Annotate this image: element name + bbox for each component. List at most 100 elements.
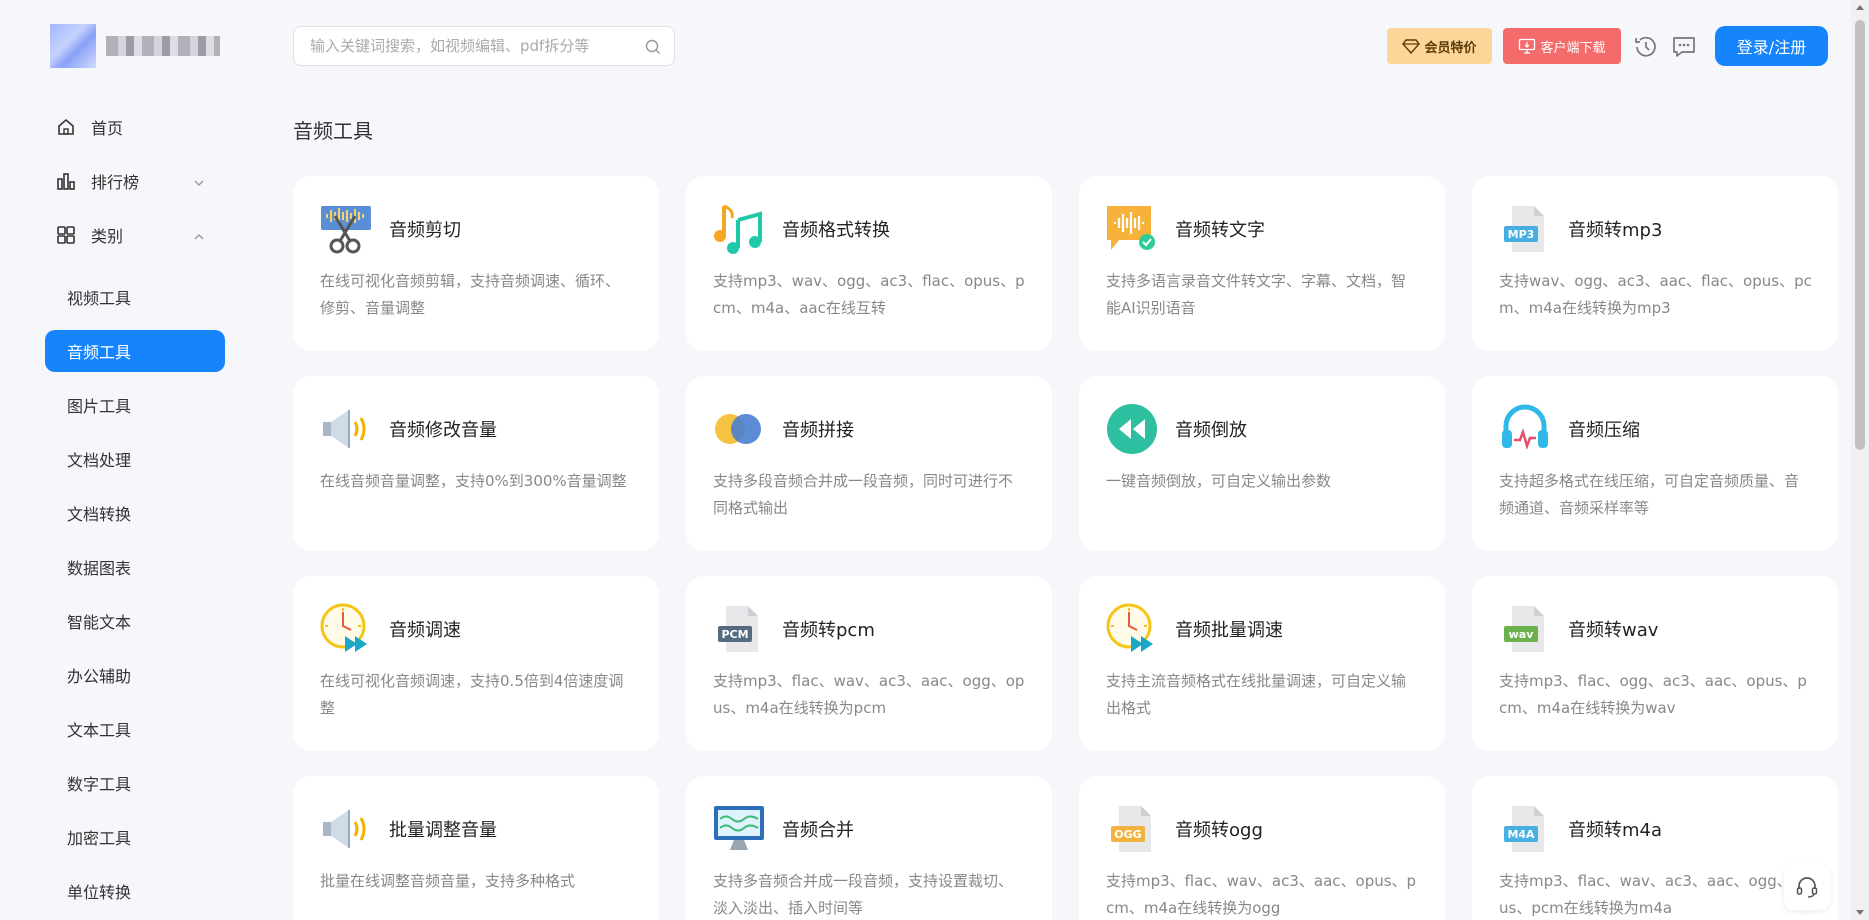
search-box[interactable] bbox=[293, 26, 675, 66]
scrollbar-thumb[interactable] bbox=[1855, 20, 1865, 450]
sidebar-category-item[interactable]: 数字工具 bbox=[45, 756, 225, 810]
grid-icon bbox=[55, 224, 77, 246]
wav-file-icon: wav bbox=[1498, 602, 1552, 656]
scroll-down-arrow[interactable] bbox=[1856, 910, 1864, 915]
tool-card[interactable]: MP3 音频转mp3 支持wav、ogg、ac3、aac、flac、opus、pcm… bbox=[1472, 176, 1838, 351]
tool-card[interactable]: 音频格式转换支持mp3、wav、ogg、ac3、flac、opus、pcm、m4… bbox=[686, 176, 1052, 351]
sidebar-category-item[interactable]: 视频工具 bbox=[45, 270, 225, 324]
sidebar-category-item[interactable]: 办公辅助 bbox=[45, 648, 225, 702]
tool-card-title: 音频转文字 bbox=[1175, 220, 1265, 241]
sidebar-category-item[interactable]: 加密工具 bbox=[45, 810, 225, 864]
tool-card-description: 在线可视化音频剪辑，支持音频调速、循环、修剪、音量调整 bbox=[320, 272, 621, 317]
nav-ranking[interactable]: 排行榜 bbox=[45, 154, 225, 208]
tool-card-description: 支持mp3、flac、wav、ac3、aac、ogg、opus、m4a在线转换为… bbox=[713, 672, 1025, 717]
sidebar-category-item[interactable]: 智能文本 bbox=[45, 594, 225, 648]
svg-text:OGG: OGG bbox=[1114, 828, 1141, 841]
vip-offer-button[interactable]: 会员特价 bbox=[1387, 28, 1492, 64]
tool-card-description: 支持多音频合并成一段音频，支持设置裁切、淡入淡出、插入时间等 bbox=[713, 872, 1014, 917]
scissors-audio-icon bbox=[319, 202, 373, 256]
tool-card-title: 音频转mp3 bbox=[1568, 220, 1663, 241]
tool-card-description: 支持mp3、wav、ogg、ac3、flac、opus、pcm、m4a、aac在… bbox=[713, 272, 1025, 317]
tool-card-description: 支持mp3、flac、ogg、ac3、aac、opus、pcm、m4a在线转换为… bbox=[1499, 672, 1807, 717]
tool-card[interactable]: 音频拼接 支持多段音频合并成一段音频，同时可进行不同格式输出 bbox=[686, 376, 1052, 551]
ogg-file-icon: OGG bbox=[1105, 802, 1159, 856]
svg-text:wav: wav bbox=[1509, 628, 1535, 641]
tool-card-description: 支持mp3、flac、wav、ac3、aac、ogg、opus、pcm在线转换为… bbox=[1499, 872, 1811, 917]
sidebar-category-item[interactable]: 数据图表 bbox=[45, 540, 225, 594]
tool-card-description: 支持多语言录音文件转文字、字幕、文档，智能AI识别语音 bbox=[1106, 272, 1407, 317]
tool-card[interactable]: 批量调整音量 批量在线调整音频音量，支持多种格式 bbox=[293, 776, 659, 920]
sidebar-category-item[interactable]: 文档处理 bbox=[45, 432, 225, 486]
scroll-up-arrow[interactable] bbox=[1856, 5, 1864, 10]
tool-card[interactable]: 音频倒放一键音频倒放，可自定义输出参数 bbox=[1079, 376, 1445, 551]
message-icon[interactable] bbox=[1670, 33, 1698, 61]
nav-ranking-label: 排行榜 bbox=[91, 173, 140, 192]
tool-card[interactable]: 音频转文字支持多语言录音文件转文字、字幕、文档，智能AI识别语音 bbox=[1079, 176, 1445, 351]
tool-card[interactable]: 音频修改音量在线音频音量调整，支持0%到300%音量调整 bbox=[293, 376, 659, 551]
client-download-button[interactable]: 客户端下载 bbox=[1503, 28, 1621, 64]
customer-support-button[interactable] bbox=[1784, 864, 1830, 910]
chevron-up-icon[interactable] bbox=[193, 228, 205, 240]
merge-circles-icon bbox=[712, 402, 766, 456]
tool-card-title: 音频合并 bbox=[782, 820, 854, 841]
sidebar-category-item[interactable]: 音频工具 bbox=[45, 330, 225, 372]
diamond-icon bbox=[1402, 39, 1421, 54]
monitor-wave-icon bbox=[712, 802, 766, 856]
section-title: 音频工具 bbox=[293, 119, 373, 143]
tool-card-description: 批量在线调整音频音量，支持多种格式 bbox=[320, 872, 576, 890]
speed-clock-icon bbox=[319, 602, 373, 656]
vip-offer-label: 会员特价 bbox=[1424, 40, 1477, 56]
tool-card-description: 一键音频倒放，可自定义输出参数 bbox=[1106, 472, 1332, 490]
audio-to-text-icon bbox=[1105, 202, 1159, 256]
tool-card-description: 支持多段音频合并成一段音频，同时可进行不同格式输出 bbox=[713, 472, 1014, 517]
music-notes-icon bbox=[712, 202, 766, 256]
headphones-icon bbox=[1498, 402, 1552, 456]
tool-card[interactable]: PCM 音频转pcm 支持mp3、flac、wav、ac3、aac、ogg、opus… bbox=[686, 576, 1052, 751]
tool-card-title: 音频修改音量 bbox=[389, 420, 497, 441]
svg-text:MP3: MP3 bbox=[1508, 228, 1535, 241]
tool-card-title: 音频剪切 bbox=[389, 220, 461, 241]
sidebar-category-item[interactable]: 文档转换 bbox=[45, 486, 225, 540]
nav-home-label: 首页 bbox=[91, 119, 124, 138]
client-download-label: 客户端下载 bbox=[1540, 40, 1606, 56]
sidebar-category-item[interactable]: 图片工具 bbox=[45, 378, 225, 432]
tool-card[interactable]: 音频压缩支持超多格式在线压缩，可自定音频质量、音频通道、音频采样率等 bbox=[1472, 376, 1838, 551]
svg-text:PCM: PCM bbox=[721, 628, 748, 641]
bar-chart-icon bbox=[55, 170, 77, 192]
speaker-icon bbox=[319, 802, 373, 856]
tool-card-description: 在线可视化音频调速，支持0.5倍到4倍速度调整 bbox=[320, 672, 624, 717]
tool-card-description: 支持超多格式在线压缩，可自定音频质量、音频通道、音频采样率等 bbox=[1499, 472, 1800, 517]
tool-card-description: 支持主流音频格式在线批量调速，可自定义输出格式 bbox=[1106, 672, 1407, 717]
tool-card[interactable]: wav 音频转wav 支持mp3、flac、ogg、ac3、aac、opus、pcm… bbox=[1472, 576, 1838, 751]
speaker-icon bbox=[319, 402, 373, 456]
svg-text:M4A: M4A bbox=[1507, 828, 1535, 841]
sidebar-category-item[interactable]: 单位转换 bbox=[45, 864, 225, 918]
category-list: 视频工具音频工具图片工具 文档处理 文档转换 数据图表 智能文本 办公辅助 文本工具 数字工具… bbox=[45, 270, 225, 918]
tool-card-description: 支持mp3、flac、wav、ac3、aac、opus、pcm、m4a在线转换为… bbox=[1106, 872, 1417, 917]
tool-card-title: 音频倒放 bbox=[1175, 420, 1247, 441]
search-input[interactable] bbox=[310, 37, 640, 55]
page-scrollbar[interactable] bbox=[1851, 0, 1869, 920]
tool-card-description: 在线音频音量调整，支持0%到300%音量调整 bbox=[320, 472, 627, 490]
tool-card[interactable]: 音频合并支持多音频合并成一段音频，支持设置裁切、淡入淡出、插入时间等 bbox=[686, 776, 1052, 920]
nav-home[interactable]: 首页 bbox=[45, 100, 225, 154]
headset-icon bbox=[1796, 877, 1818, 898]
tool-card-description: 支持wav、ogg、ac3、aac、flac、opus、pcm、m4a在线转换为… bbox=[1499, 272, 1812, 317]
tool-card-title: 音频批量调速 bbox=[1175, 620, 1283, 641]
login-register-button[interactable]: 登录/注册 bbox=[1715, 26, 1828, 66]
tool-card-title: 音频转m4a bbox=[1568, 820, 1663, 841]
tool-card[interactable]: 音频批量调速支持主流音频格式在线批量调速，可自定义输出格式 bbox=[1079, 576, 1445, 751]
tool-card[interactable]: 音频调速 在线可视化音频调速，支持0.5倍到4倍速度调整 bbox=[293, 576, 659, 751]
tool-card-title: 音频格式转换 bbox=[782, 220, 890, 241]
tool-card-title: 音频转pcm bbox=[782, 620, 875, 641]
tool-card[interactable]: 音频剪切在线可视化音频剪辑，支持音频调速、循环、修剪、音量调整 bbox=[293, 176, 659, 351]
monitor-download-icon bbox=[1519, 38, 1536, 54]
nav-category[interactable]: 类别 bbox=[45, 208, 225, 262]
tool-card[interactable]: OGG 音频转ogg 支持mp3、flac、wav、ac3、aac、opus、pcm… bbox=[1079, 776, 1445, 920]
sidebar-category-item[interactable]: 文本工具 bbox=[45, 702, 225, 756]
search-icon[interactable] bbox=[644, 38, 662, 56]
site-logo[interactable] bbox=[50, 24, 220, 68]
chevron-down-icon[interactable] bbox=[193, 174, 205, 186]
tool-card-title: 音频压缩 bbox=[1568, 420, 1640, 441]
history-icon[interactable] bbox=[1632, 33, 1660, 61]
